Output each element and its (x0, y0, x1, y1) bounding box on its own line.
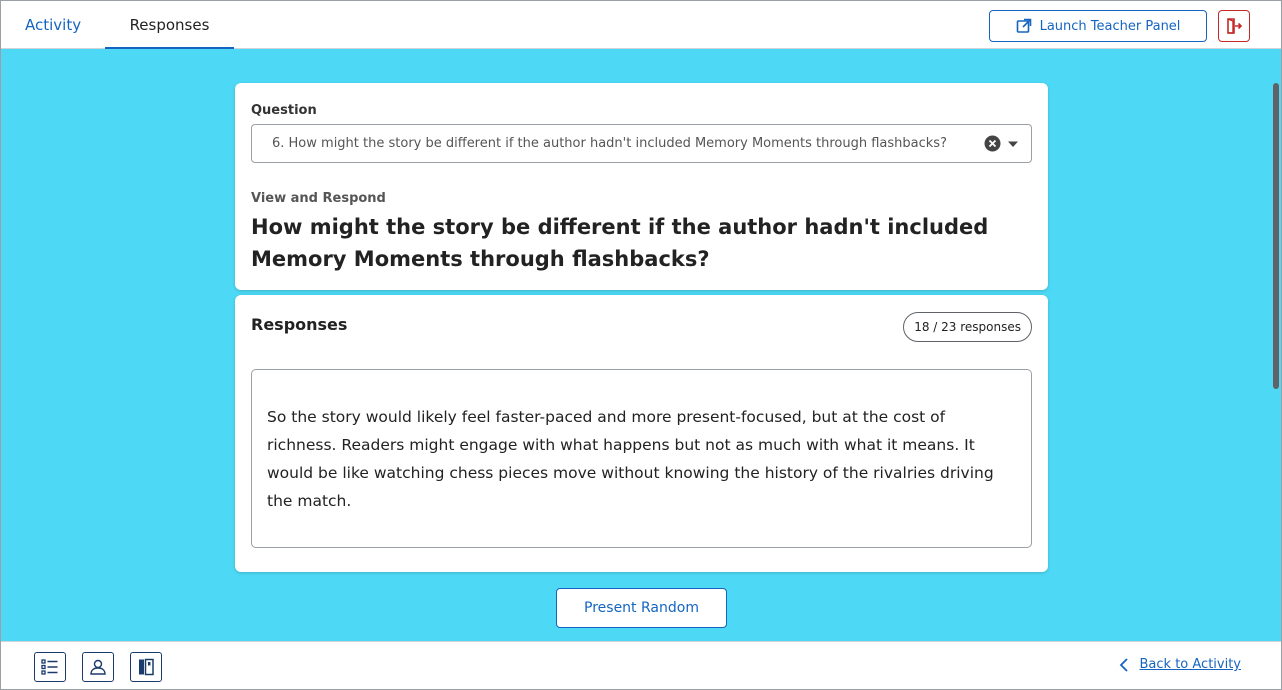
person-icon (90, 659, 106, 675)
tab-responses[interactable]: Responses (105, 1, 234, 50)
scrollbar[interactable] (1273, 83, 1279, 389)
responses-card: Responses 18 / 23 responses So the story… (235, 295, 1048, 572)
list-icon (41, 659, 58, 675)
launch-teacher-panel-button[interactable]: Launch Teacher Panel (989, 10, 1207, 42)
chevron-down-icon[interactable] (1007, 138, 1019, 150)
responses-title: Responses (251, 315, 348, 334)
exit-button[interactable] (1218, 10, 1250, 42)
question-select[interactable]: 6. How might the story be different if t… (251, 124, 1032, 163)
question-card: Question 6. How might the story be diffe… (235, 83, 1048, 290)
resource-view-button[interactable] (130, 652, 162, 682)
back-to-activity-link[interactable]: Back to Activity (1118, 657, 1242, 672)
back-to-activity-label: Back to Activity (1139, 657, 1242, 672)
response-count-badge: 18 / 23 responses (903, 312, 1032, 342)
present-random-button[interactable]: Present Random (556, 588, 727, 628)
tab-activity[interactable]: Activity (25, 1, 83, 49)
clear-icon[interactable] (984, 135, 1001, 152)
top-bar: Activity Responses Launch Teacher Panel (1, 1, 1281, 50)
student-view-button[interactable] (82, 652, 114, 682)
question-title: How might the story be different if the … (251, 215, 989, 271)
view-and-respond-label: View and Respond (251, 191, 386, 206)
question-label: Question (251, 103, 317, 118)
external-link-icon (1016, 18, 1031, 33)
chevron-left-icon (1119, 657, 1128, 672)
response-box: So the story would likely feel faster-pa… (251, 369, 1032, 548)
response-text: So the story would likely feel faster-pa… (267, 407, 994, 510)
app-frame: Activity Responses Launch Teacher Panel … (0, 0, 1282, 690)
launch-teacher-panel-label: Launch Teacher Panel (1039, 18, 1181, 34)
exit-icon (1227, 18, 1243, 34)
question-select-value: 6. How might the story be different if t… (272, 136, 947, 151)
bookmark-icon (139, 658, 154, 676)
list-view-button[interactable] (34, 652, 66, 682)
bottom-bar: Back to Activity (1, 641, 1281, 689)
